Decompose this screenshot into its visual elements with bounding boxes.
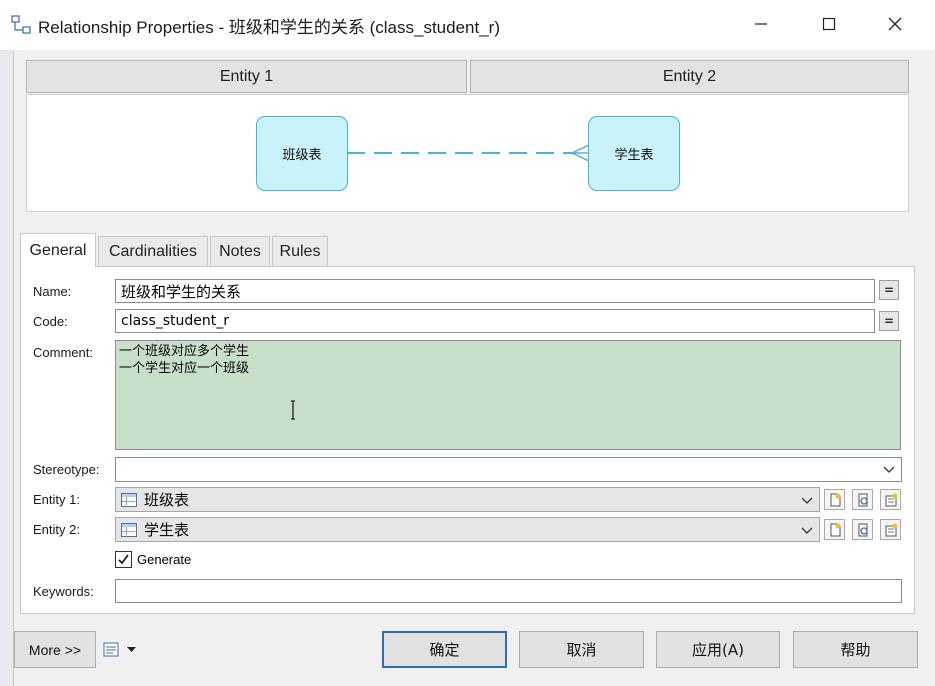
stereotype-label: Stereotype:: [33, 462, 100, 477]
maximize-button[interactable]: [806, 6, 852, 42]
browse-icon: [858, 523, 868, 536]
entity2-select-value: 学生表: [144, 521, 190, 539]
entity1-select[interactable]: 班级表: [115, 487, 820, 512]
apply-button[interactable]: 应用(A): [656, 631, 780, 668]
entity2-properties-button[interactable]: [880, 519, 901, 540]
close-icon: [888, 17, 902, 31]
new-document-icon: [830, 493, 840, 506]
table-icon: [121, 522, 137, 537]
entity1-select-button[interactable]: [852, 489, 873, 510]
chevron-down-icon[interactable]: [883, 463, 895, 478]
name-ellipsis-button[interactable]: =: [879, 280, 899, 300]
entity1-properties-button[interactable]: [880, 489, 901, 510]
keywords-label: Keywords:: [33, 584, 94, 599]
entity1-label: Entity 1:: [33, 492, 80, 507]
code-ellipsis-button[interactable]: =: [879, 311, 899, 331]
minimize-button[interactable]: [738, 6, 784, 42]
comment-label: Comment:: [33, 345, 93, 360]
comment-textarea[interactable]: 一个班级对应多个学生 一个学生对应一个班级: [115, 340, 901, 450]
generate-label[interactable]: Generate: [137, 552, 191, 567]
window-title: Relationship Properties - 班级和学生的关系 (clas…: [38, 18, 500, 37]
entity1-create-button[interactable]: [824, 489, 845, 510]
tab-general[interactable]: General: [20, 233, 96, 267]
maximize-icon: [822, 17, 836, 31]
name-input[interactable]: 班级和学生的关系: [115, 279, 875, 303]
ok-button[interactable]: 确定: [382, 631, 507, 668]
properties-icon: [885, 493, 897, 506]
entity1-header[interactable]: Entity 1: [26, 60, 467, 93]
entity2-header[interactable]: Entity 2: [470, 60, 909, 93]
tab-notes[interactable]: Notes: [210, 236, 270, 266]
entity2-label: Entity 2:: [33, 522, 80, 537]
keywords-input[interactable]: [115, 579, 902, 603]
entity2-select-button[interactable]: [852, 519, 873, 540]
background-app-edge: [0, 50, 14, 686]
stereotype-combobox[interactable]: [115, 457, 902, 482]
code-input[interactable]: class_student_r: [115, 309, 875, 333]
cancel-button[interactable]: 取消: [519, 631, 644, 668]
help-button[interactable]: 帮助: [793, 631, 918, 668]
name-label: Name:: [33, 284, 72, 299]
close-button[interactable]: [872, 6, 918, 42]
entity2-select[interactable]: 学生表: [115, 517, 820, 542]
browse-icon: [858, 493, 868, 506]
caret-down-icon: [127, 647, 136, 652]
menu-icon: [103, 642, 119, 657]
minimize-icon: [755, 23, 767, 25]
table-icon: [121, 492, 137, 507]
generate-checkbox[interactable]: [115, 551, 132, 568]
tab-rules[interactable]: Rules: [272, 236, 328, 266]
chevron-down-icon[interactable]: [801, 524, 813, 539]
more-button[interactable]: More >>: [14, 631, 96, 668]
relationship-icon: [10, 14, 32, 36]
entity2-create-button[interactable]: [824, 519, 845, 540]
text-cursor-icon: [290, 400, 296, 420]
entity1-select-value: 班级表: [144, 491, 190, 509]
relationship-line: [347, 144, 589, 162]
code-label: Code:: [33, 314, 68, 329]
tab-cardinalities[interactable]: Cardinalities: [98, 236, 208, 266]
menu-dropdown-button[interactable]: [103, 638, 143, 662]
entity1-box[interactable]: 班级表: [256, 116, 348, 191]
new-document-icon: [830, 523, 840, 536]
properties-icon: [885, 523, 897, 536]
checkmark-icon: [118, 554, 129, 565]
entity2-box[interactable]: 学生表: [588, 116, 680, 191]
chevron-down-icon[interactable]: [801, 494, 813, 509]
